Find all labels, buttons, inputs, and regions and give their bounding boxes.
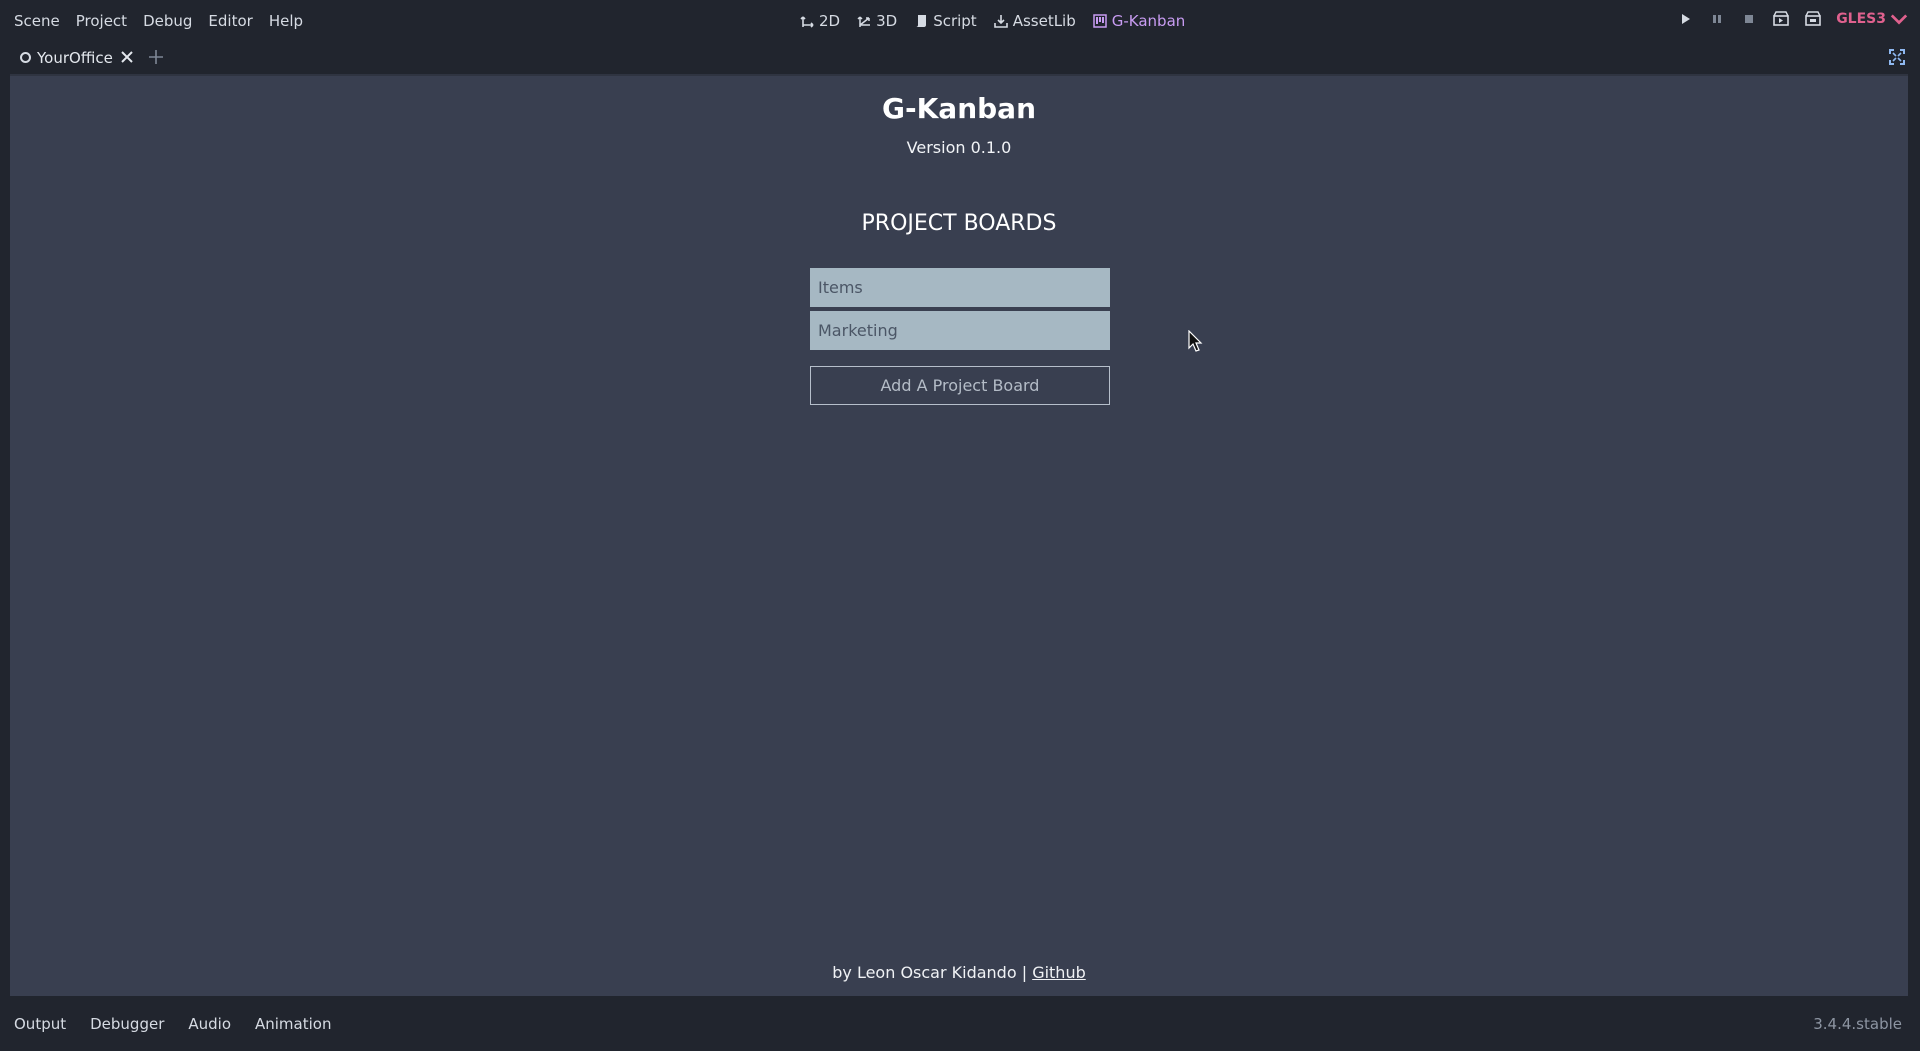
board-item-marketing[interactable]: Marketing (810, 311, 1110, 350)
distraction-free-icon[interactable] (1888, 48, 1906, 66)
kanban-icon (1093, 14, 1107, 28)
mouse-cursor-icon (1188, 330, 1203, 352)
scene-root-icon (20, 52, 31, 63)
workspace-g-kanban-label: G-Kanban (1111, 12, 1186, 30)
workspace-assetlib-label: AssetLib (1012, 12, 1076, 30)
credits-footer: by Leon Oscar Kidando | Github (10, 963, 1908, 982)
workspace-script-label: Script (933, 12, 977, 30)
menu-project[interactable]: Project (68, 10, 135, 32)
workspace-3d[interactable]: 3D (857, 10, 897, 32)
renderer-label: GLES3 (1836, 11, 1886, 27)
2d-icon (800, 16, 814, 28)
assetlib-icon (993, 15, 1008, 28)
workspace-script[interactable]: Script (914, 10, 977, 32)
play-custom-scene-icon[interactable] (1804, 10, 1822, 28)
workspace-switcher: 2D 3D Script AssetLib G-Kanban (800, 10, 1185, 32)
main-menu: Scene Project Debug Editor Help (6, 10, 311, 32)
board-item-items[interactable]: Items (810, 268, 1110, 307)
project-boards-heading: PROJECT BOARDS (861, 211, 1057, 236)
bottom-tab-audio[interactable]: Audio (184, 1015, 235, 1033)
renderer-selector[interactable]: GLES3 (1836, 10, 1908, 28)
menu-help[interactable]: Help (261, 10, 311, 32)
menu-debug[interactable]: Debug (135, 10, 200, 32)
pause-icon[interactable] (1708, 10, 1726, 28)
stop-icon[interactable] (1740, 10, 1758, 28)
top-menu-bar: Scene Project Debug Editor Help 2D 3D Sc… (0, 0, 1920, 42)
add-tab-icon[interactable] (147, 48, 165, 66)
script-icon (916, 15, 927, 27)
run-controls: GLES3 (1676, 10, 1908, 28)
bottom-panel-bar: Output Debugger Audio Animation 3.4.4.st… (0, 1010, 1920, 1040)
page-title: G-Kanban (882, 92, 1036, 125)
credits-text: by Leon Oscar Kidando | (832, 963, 1033, 982)
scene-tab-bar: YourOffice (0, 42, 1920, 73)
play-icon[interactable] (1676, 10, 1694, 28)
workspace-2d-label: 2D (819, 12, 841, 30)
workspace-3d-label: 3D (876, 12, 898, 30)
menu-editor[interactable]: Editor (200, 10, 260, 32)
close-icon[interactable] (119, 49, 135, 65)
scene-tab-youroffice[interactable]: YourOffice (10, 42, 145, 73)
3d-icon (857, 16, 871, 27)
kanban-main-panel: G-Kanban Version 0.1.0 PROJECT BOARDS It… (10, 74, 1908, 996)
workspace-g-kanban[interactable]: G-Kanban (1093, 10, 1186, 32)
bottom-tab-output[interactable]: Output (10, 1015, 70, 1033)
bottom-tab-debugger[interactable]: Debugger (86, 1015, 168, 1033)
scene-tab-label: YourOffice (37, 48, 113, 67)
engine-version-label: 3.4.4.stable (1813, 1015, 1902, 1033)
bottom-panel-tabs: Output Debugger Audio Animation (10, 1015, 335, 1033)
menu-scene[interactable]: Scene (6, 10, 68, 32)
bottom-tab-animation[interactable]: Animation (251, 1015, 335, 1033)
add-project-board-button[interactable]: Add A Project Board (810, 366, 1110, 405)
workspace-2d[interactable]: 2D (800, 10, 840, 32)
workspace-assetlib[interactable]: AssetLib (993, 10, 1076, 32)
github-link[interactable]: Github (1032, 963, 1086, 982)
version-label: Version 0.1.0 (906, 138, 1012, 157)
play-scene-icon[interactable] (1772, 10, 1790, 28)
chevron-down-icon (1890, 14, 1908, 25)
